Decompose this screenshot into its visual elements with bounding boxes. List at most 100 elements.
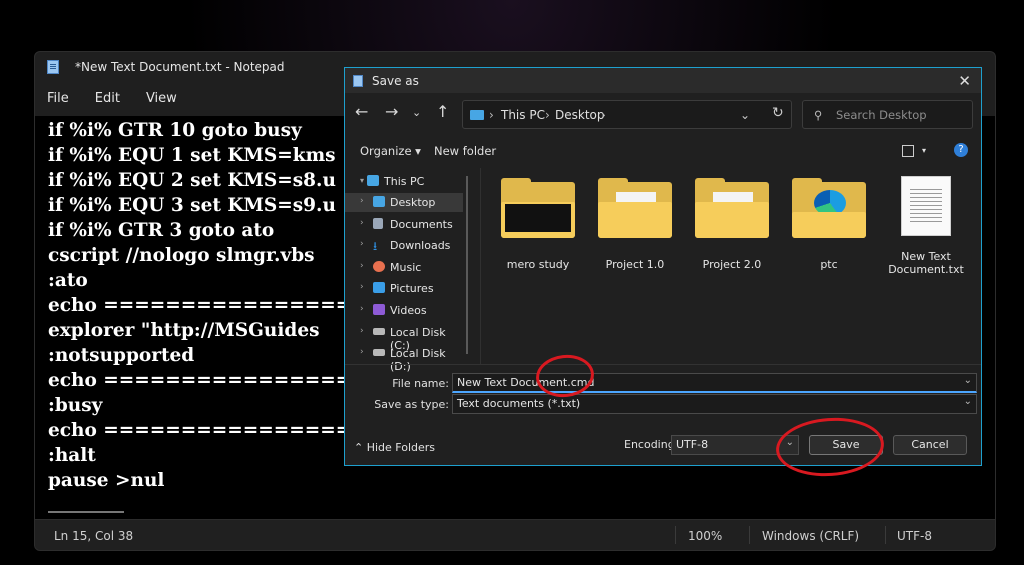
- dialog-toolbar: Organize ▾ New folder ▾ ?: [345, 142, 981, 162]
- nav-item-label: Pictures: [390, 282, 434, 295]
- nav-item-documents[interactable]: › Documents: [345, 215, 463, 234]
- nav-item-videos[interactable]: › Videos: [345, 301, 463, 320]
- chevron-right-icon[interactable]: ›: [360, 261, 364, 271]
- folder-item-project-1[interactable]: Project 1.0: [592, 178, 678, 271]
- close-icon[interactable]: ✕: [958, 72, 971, 90]
- file-name: mero study: [506, 258, 570, 271]
- notepad-title: *New Text Document.txt - Notepad: [75, 60, 285, 74]
- dialog-title: Save as: [372, 73, 419, 88]
- nav-item-label: Downloads: [390, 239, 451, 252]
- dialog-titlebar: Save as ✕: [345, 68, 981, 93]
- chevron-up-icon: ⌃: [354, 441, 364, 454]
- menu-view[interactable]: View: [146, 91, 177, 106]
- nav-item-label: Desktop: [390, 196, 436, 209]
- breadcrumb-separator-icon: ›: [489, 108, 494, 122]
- nav-item-label: Music: [390, 261, 422, 274]
- hide-folders-button[interactable]: ⌃ Hide Folders: [354, 441, 435, 454]
- pictures-icon: [373, 282, 385, 293]
- chevron-right-icon[interactable]: ›: [360, 304, 364, 314]
- menu-file[interactable]: File: [47, 91, 69, 106]
- file-name: Project 2.0: [702, 258, 762, 271]
- status-zoom: 100%: [688, 529, 723, 543]
- chevron-down-icon[interactable]: ⌄: [964, 396, 972, 407]
- forward-arrow-icon[interactable]: →: [385, 102, 398, 121]
- chevron-right-icon[interactable]: ›: [360, 347, 364, 357]
- view-options-icon[interactable]: [902, 145, 914, 157]
- nav-item-label: This PC: [384, 175, 425, 188]
- nav-item-label: Local Disk (D:): [390, 347, 446, 373]
- folder-icon: [695, 178, 769, 238]
- up-arrow-icon[interactable]: ↑: [436, 102, 449, 121]
- folder-icon: [792, 178, 866, 238]
- status-position: Ln 15, Col 38: [54, 529, 134, 543]
- file-item-new-text-document[interactable]: New Text Document.txt: [883, 176, 969, 276]
- file-name: ptc: [820, 258, 838, 271]
- save-as-type-select[interactable]: Text documents (*.txt) ⌄: [452, 394, 977, 414]
- drive-icon: [373, 328, 385, 335]
- status-encoding: UTF-8: [897, 529, 932, 543]
- nav-item-local-disk-d[interactable]: › Local Disk (D:): [345, 344, 463, 373]
- breadcrumb-desktop[interactable]: Desktop: [555, 108, 605, 122]
- file-list: mero study Project 1.0 Project 2.0 ptc N…: [482, 168, 981, 364]
- chevron-down-icon[interactable]: ⌄: [412, 106, 421, 119]
- documents-icon: [373, 218, 383, 229]
- search-placeholder: Search Desktop: [836, 108, 927, 122]
- folder-item-ptc[interactable]: ptc: [786, 178, 872, 271]
- chevron-down-icon[interactable]: ⌄: [964, 375, 972, 386]
- nav-item-pictures[interactable]: › Pictures: [345, 279, 463, 298]
- horizontal-scrollbar[interactable]: [48, 511, 124, 513]
- videos-icon: [373, 304, 385, 315]
- pc-icon: [470, 110, 484, 120]
- chevron-down-icon[interactable]: ▾: [922, 146, 926, 155]
- divider: [345, 364, 981, 365]
- new-folder-button[interactable]: New folder: [434, 144, 496, 158]
- status-bar: Ln 15, Col 38 100% Windows (CRLF) UTF-8: [35, 519, 995, 550]
- hide-folders-label: Hide Folders: [366, 441, 436, 454]
- refresh-icon[interactable]: ↻: [772, 105, 784, 121]
- notepad-icon: [47, 60, 59, 74]
- help-icon[interactable]: ?: [954, 143, 968, 157]
- status-divider: [675, 526, 676, 544]
- encoding-value: UTF-8: [676, 438, 709, 451]
- nav-item-label: Documents: [390, 218, 453, 231]
- chevron-right-icon[interactable]: ›: [360, 239, 364, 249]
- folder-icon: [598, 178, 672, 238]
- text-file-icon: [901, 176, 951, 236]
- nav-item-desktop[interactable]: › Desktop: [345, 193, 463, 212]
- nav-item-local-disk-c[interactable]: › Local Disk (C:): [345, 323, 463, 352]
- folder-item-mero-study[interactable]: mero study: [495, 178, 581, 271]
- pc-icon: [367, 175, 379, 186]
- menu-edit[interactable]: Edit: [95, 91, 120, 106]
- back-arrow-icon[interactable]: ←: [355, 102, 368, 121]
- file-name-line: New Text: [901, 250, 951, 263]
- dialog-navbar: ← → ⌄ ↑ › This PC › Desktop › ⌄ ↻ ⚲ Sear…: [345, 100, 981, 130]
- status-divider: [885, 526, 886, 544]
- breadcrumb-separator-icon: ›: [545, 108, 550, 122]
- vertical-scrollbar[interactable]: [466, 176, 468, 354]
- status-divider: [749, 526, 750, 544]
- chevron-down-icon[interactable]: ▾: [360, 176, 364, 185]
- address-bar[interactable]: › This PC › Desktop › ⌄ ↻: [462, 100, 792, 129]
- chevron-down-icon[interactable]: ⌄: [740, 108, 750, 122]
- chevron-right-icon[interactable]: ›: [360, 196, 364, 206]
- cancel-button[interactable]: Cancel: [893, 435, 967, 455]
- nav-item-music[interactable]: › Music: [345, 258, 463, 277]
- save-as-type-value: Text documents (*.txt): [457, 397, 581, 410]
- breadcrumb-separator-icon: ›: [601, 108, 606, 122]
- file-name-field[interactable]: New Text Document.cmd ⌄: [452, 373, 977, 393]
- download-icon: ⭳: [373, 239, 378, 253]
- search-box[interactable]: ⚲ Search Desktop: [802, 100, 973, 129]
- chevron-right-icon[interactable]: ›: [360, 282, 364, 292]
- music-icon: [373, 261, 385, 272]
- save-as-type-label: Save as type:: [374, 398, 449, 411]
- breadcrumb-this-pc[interactable]: This PC: [501, 108, 545, 122]
- organize-button[interactable]: Organize ▾: [360, 144, 421, 158]
- save-as-dialog: Save as ✕ ← → ⌄ ↑ › This PC › Desktop › …: [344, 67, 982, 466]
- nav-item-this-pc[interactable]: ▾ This PC: [345, 172, 463, 191]
- folder-icon: [501, 178, 575, 238]
- nav-item-downloads[interactable]: › ⭳ Downloads: [345, 236, 463, 255]
- folder-item-project-2[interactable]: Project 2.0: [689, 178, 775, 271]
- drive-icon: [373, 349, 385, 356]
- chevron-right-icon[interactable]: ›: [360, 218, 364, 228]
- chevron-right-icon[interactable]: ›: [360, 326, 364, 336]
